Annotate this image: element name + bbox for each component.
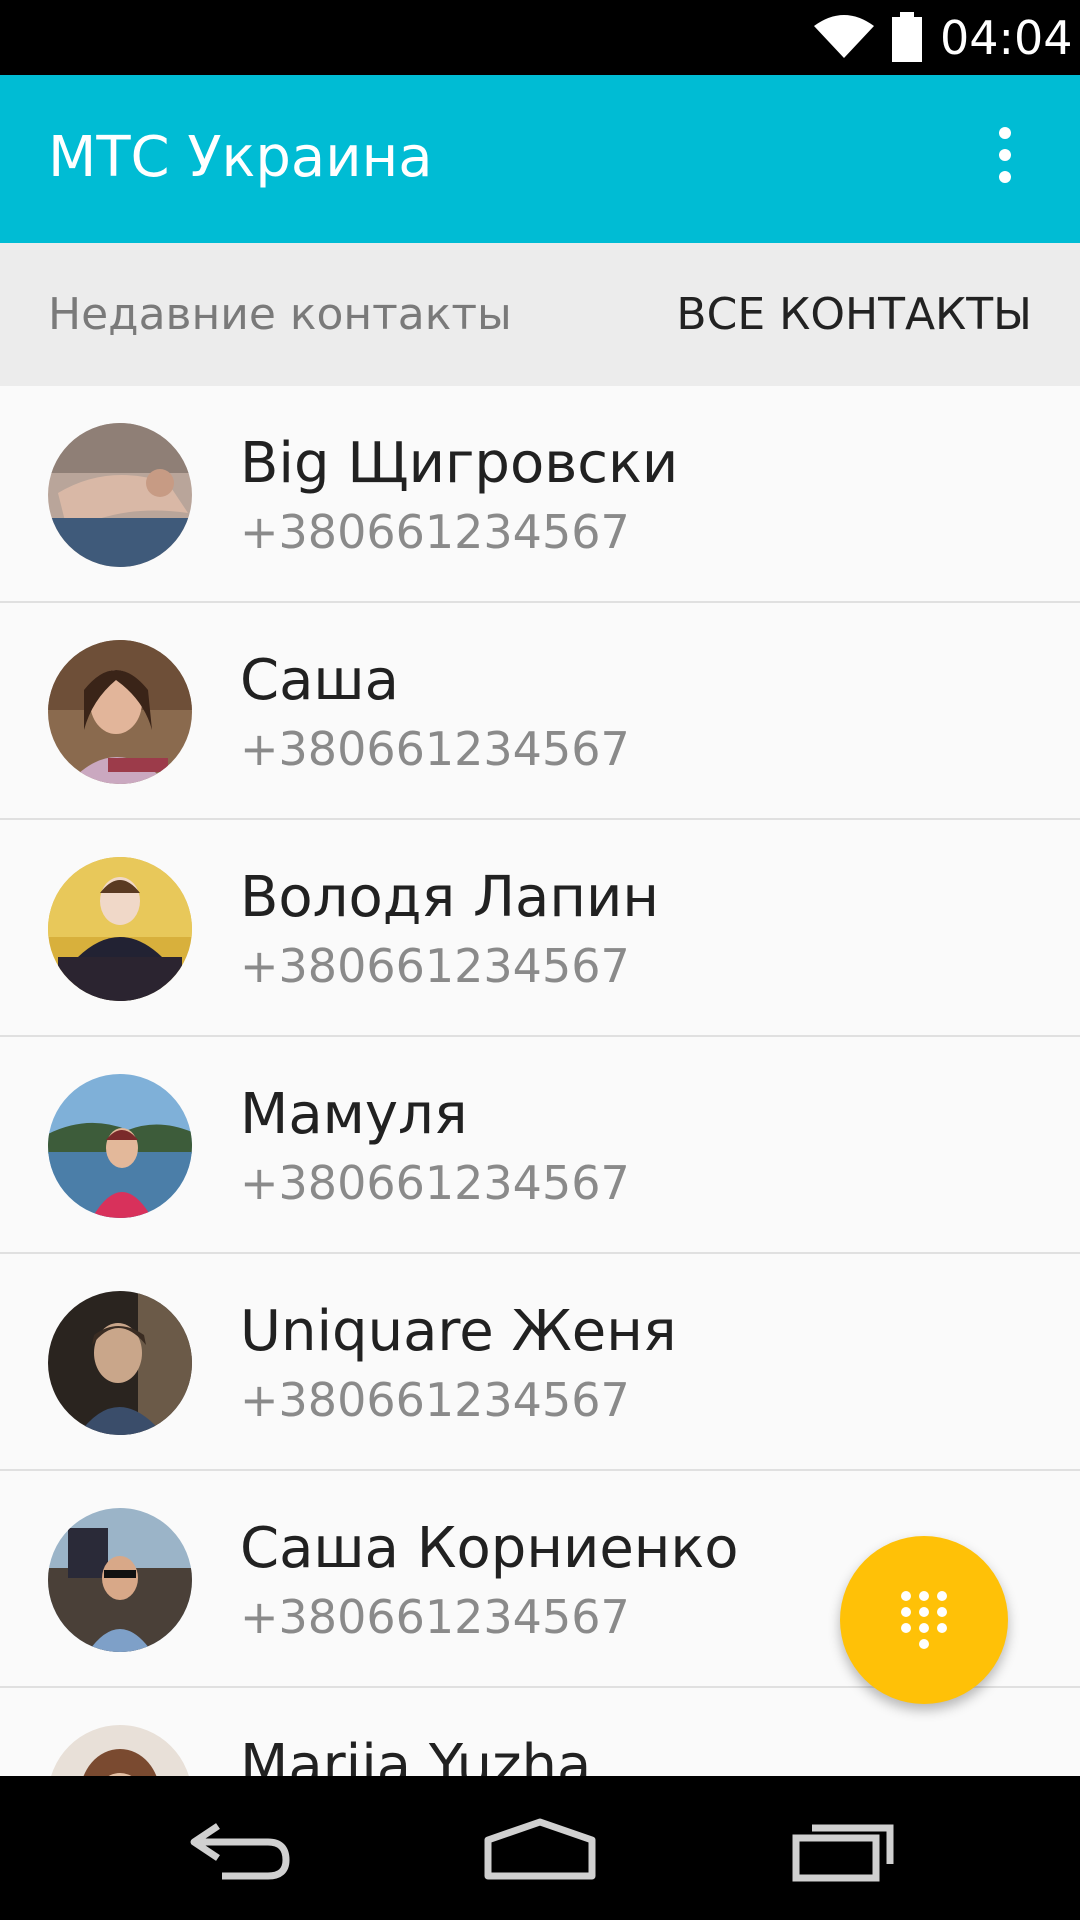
contacts-screen: 04:04 МТС Украина Недавние контакты ВСЕ … bbox=[0, 0, 1080, 1920]
contact-name: Marija Yuzha bbox=[240, 1733, 592, 1776]
contact-phone: +380661234567 bbox=[240, 722, 630, 776]
contact-row[interactable]: Big Щигровски +380661234567 bbox=[0, 386, 1080, 603]
contact-phone: +380661234567 bbox=[240, 1373, 630, 1427]
home-icon[interactable] bbox=[482, 1808, 598, 1888]
contact-phone: +380661234567 bbox=[240, 505, 630, 559]
contact-name: Uniquare Женя bbox=[240, 1299, 677, 1364]
app-bar: МТС Украина bbox=[0, 75, 1080, 243]
wifi-icon bbox=[814, 15, 874, 58]
tab-all-contacts[interactable]: ВСЕ КОНТАКТЫ bbox=[676, 243, 1032, 386]
avatar bbox=[48, 1074, 192, 1218]
tab-recent-contacts[interactable]: Недавние контакты bbox=[48, 243, 512, 386]
status-bar: 04:04 bbox=[0, 0, 1080, 75]
dialpad-icon bbox=[901, 1591, 947, 1649]
contact-phone: +380661234567 bbox=[240, 1590, 630, 1644]
avatar bbox=[48, 1508, 192, 1652]
contact-name: Мамуля bbox=[240, 1082, 468, 1147]
contact-name: Володя Лапин bbox=[240, 865, 659, 930]
avatar bbox=[48, 640, 192, 784]
overflow-menu-icon[interactable] bbox=[990, 127, 1020, 191]
contact-row[interactable]: Саша +380661234567 bbox=[0, 603, 1080, 820]
contact-phone: +380661234567 bbox=[240, 939, 630, 993]
contact-row[interactable]: Uniquare Женя +380661234567 bbox=[0, 1254, 1080, 1471]
app-title: МТС Украина bbox=[48, 125, 433, 190]
contact-name: Саша Корниенко bbox=[240, 1516, 739, 1581]
avatar bbox=[48, 423, 192, 567]
avatar bbox=[48, 857, 192, 1001]
avatar bbox=[48, 1291, 192, 1435]
dialpad-fab-button[interactable] bbox=[840, 1536, 1008, 1704]
avatar bbox=[48, 1725, 192, 1776]
battery-icon bbox=[892, 12, 922, 62]
contact-name: Саша bbox=[240, 648, 399, 713]
contact-row[interactable]: Володя Лапин +380661234567 bbox=[0, 820, 1080, 1037]
back-icon[interactable] bbox=[188, 1808, 292, 1888]
contact-name: Big Щигровски bbox=[240, 431, 679, 496]
tab-bar: Недавние контакты ВСЕ КОНТАКТЫ bbox=[0, 243, 1080, 386]
recents-icon[interactable] bbox=[790, 1808, 898, 1888]
contact-phone: +380661234567 bbox=[240, 1156, 630, 1210]
contact-row[interactable]: Мамуля +380661234567 bbox=[0, 1037, 1080, 1254]
navigation-bar bbox=[0, 1776, 1080, 1920]
status-time: 04:04 bbox=[940, 11, 1073, 65]
